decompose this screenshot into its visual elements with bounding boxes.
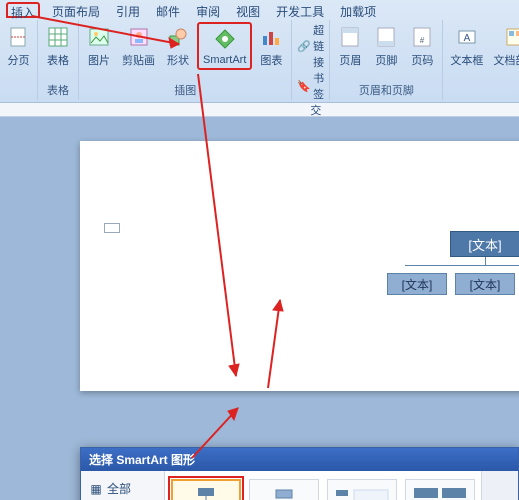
smartart-label: SmartArt <box>203 54 246 66</box>
textbox-icon: A <box>454 24 480 50</box>
hyperlink-button[interactable]: 🔗超链接 <box>295 22 326 70</box>
table-icon <box>45 24 71 50</box>
chart-icon <box>258 24 284 50</box>
smartart-button[interactable]: SmartArt <box>197 22 252 70</box>
chart-button[interactable]: 图表 <box>254 22 288 70</box>
dialog-title: 选择 SmartArt 图形 <box>81 448 518 471</box>
smartart-placeholder[interactable]: [文本] [文本] [文本] [文本] <box>370 231 519 295</box>
clipart-button[interactable]: 剪贴画 <box>118 22 159 70</box>
header-button[interactable]: 页眉 <box>333 22 367 70</box>
ribbon-groups: 分页 表格 表格 图片 剪贴画 <box>0 18 519 100</box>
thumbnail-pane: 组织结构图 ↖ <box>165 471 481 500</box>
category-list: ▦全部 ☰列表 ➤流程 ⟳循环 ⬍层次结构 ⚭关系 <box>81 471 165 500</box>
ruler <box>0 103 519 117</box>
ribbon: 插入 页面布局 引用 邮件 审阅 视图 开发工具 加载项 分页 表格 <box>0 0 519 103</box>
textbox-button[interactable]: A 文本框 <box>446 22 487 70</box>
layout-thumb-org-chart[interactable]: 组织结构图 ↖ <box>171 479 241 500</box>
tab-page-layout[interactable]: 页面布局 <box>48 2 104 18</box>
tab-mailings[interactable]: 邮件 <box>152 2 184 18</box>
ribbon-tabs: 插入 页面布局 引用 邮件 审阅 视图 开发工具 加载项 <box>0 0 519 18</box>
header-icon <box>337 24 363 50</box>
hyperlink-icon: 🔗 <box>297 39 311 53</box>
smartart-node-text: [文本] <box>402 276 433 293</box>
smartart-node-child[interactable]: [文本] <box>455 273 515 295</box>
chart-label: 图表 <box>260 52 282 68</box>
category-all-label: 全部 <box>107 480 131 497</box>
pagenum-label: 页码 <box>411 52 433 68</box>
quickparts-icon <box>502 24 519 50</box>
page-break-button[interactable]: 分页 <box>3 22 34 70</box>
layout-thumb[interactable] <box>405 479 475 500</box>
clipart-label: 剪贴画 <box>122 52 155 68</box>
pagenum-button[interactable]: # 页码 <box>405 22 439 70</box>
footer-icon <box>373 24 399 50</box>
page-break-mark <box>104 223 120 233</box>
group-header-footer: 页眉 页脚 # 页码 页眉和页脚 <box>330 20 443 100</box>
svg-text:A: A <box>464 33 471 44</box>
group-links: 🔗超链接 🔖书签 ↔交叉引用 链接 <box>292 20 330 100</box>
group-text: A 文本框 文档部件 <box>443 20 519 100</box>
svg-text:#: # <box>420 36 425 45</box>
hyperlink-label: 超链接 <box>313 22 324 70</box>
table-label: 表格 <box>47 52 69 68</box>
wordart-button[interactable]: 文档部件 <box>489 22 519 70</box>
group-tables-label: 表格 <box>41 81 75 100</box>
layout-thumb[interactable] <box>327 479 397 500</box>
table-button[interactable]: 表格 <box>41 22 75 70</box>
layout-thumb[interactable] <box>249 479 319 500</box>
smartart-dialog: 选择 SmartArt 图形 ▦全部 ☰列表 ➤流程 ⟳循环 ⬍层次结构 ⚭关系 <box>80 447 519 500</box>
tab-addins[interactable]: 加载项 <box>336 2 380 18</box>
group-illustrations-label: 插图 <box>82 81 288 100</box>
group-illustrations: 图片 剪贴画 形状 SmartArt 图表 <box>79 20 292 100</box>
smartart-icon <box>212 26 238 52</box>
tab-developer[interactable]: 开发工具 <box>272 2 328 18</box>
clipart-icon <box>126 24 152 50</box>
shapes-button[interactable]: 形状 <box>161 22 195 70</box>
shapes-label: 形状 <box>167 52 189 68</box>
smartart-node-top[interactable]: [文本] <box>450 231 519 257</box>
footer-button[interactable]: 页脚 <box>369 22 403 70</box>
picture-icon <box>86 24 112 50</box>
pagenum-icon: # <box>409 24 435 50</box>
smartart-node-child[interactable]: [文本] <box>387 273 447 295</box>
bookmark-label: 书签 <box>313 70 324 102</box>
category-all[interactable]: ▦ 全部 <box>85 477 160 500</box>
dialog-body: ▦全部 ☰列表 ➤流程 ⟳循环 ⬍层次结构 ⚭关系 <box>81 471 518 500</box>
bookmark-icon: 🔖 <box>297 79 311 93</box>
textbox-label: 文本框 <box>450 52 483 68</box>
page-break-label: 分页 <box>8 52 30 68</box>
smartart-node-text: [文本] <box>468 235 501 254</box>
document-page[interactable]: [文本] [文本] [文本] [文本] <box>80 141 519 391</box>
picture-button[interactable]: 图片 <box>82 22 116 70</box>
smartart-connector <box>370 257 519 273</box>
shapes-icon <box>165 24 191 50</box>
bookmark-button[interactable]: 🔖书签 <box>295 70 326 102</box>
smartart-node-text: [文本] <box>470 276 501 293</box>
group-pages: 分页 <box>0 20 38 100</box>
group-text-label <box>446 85 519 100</box>
page-break-icon <box>6 24 32 50</box>
org-chart-thumb-icon <box>176 484 236 500</box>
tab-review[interactable]: 审阅 <box>192 2 224 18</box>
group-tables: 表格 表格 <box>38 20 79 100</box>
document-area: [文本] [文本] [文本] [文本] 选择 SmartArt 图形 ▦全部 ☰… <box>0 117 519 500</box>
category-all-icon: ▦ <box>89 482 103 496</box>
tab-insert[interactable]: 插入 <box>6 2 40 18</box>
group-pages-label <box>3 85 34 100</box>
header-label: 页眉 <box>339 52 361 68</box>
footer-label: 页脚 <box>375 52 397 68</box>
wordart-label: 文档部件 <box>493 52 519 68</box>
tab-references[interactable]: 引用 <box>112 2 144 18</box>
dialog-preview-pane <box>481 471 518 500</box>
tab-view[interactable]: 视图 <box>232 2 264 18</box>
group-hf-label: 页眉和页脚 <box>333 81 439 100</box>
picture-label: 图片 <box>88 52 110 68</box>
